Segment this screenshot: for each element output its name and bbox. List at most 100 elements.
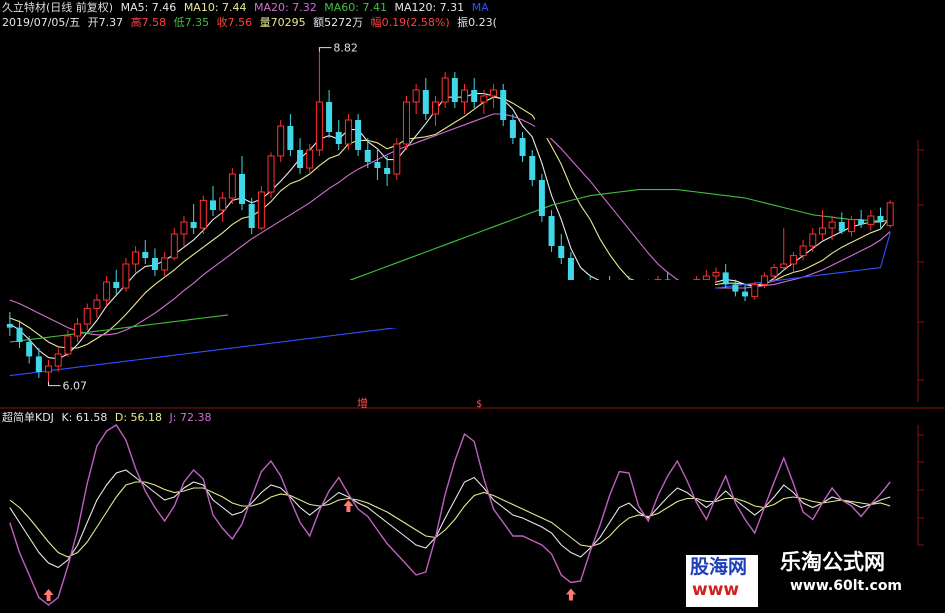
candle-body-down xyxy=(451,78,458,102)
candle-body-up xyxy=(267,155,275,193)
kdj-header-row: 超简单KDJ K: 61.58 D: 56.18 J: 72.38 xyxy=(2,411,215,425)
candle-body-down xyxy=(26,342,33,357)
letao-watermark: 乐淘公式网 www.60lt.com xyxy=(758,548,945,609)
candle-body-down xyxy=(722,272,729,285)
buy-arrow xyxy=(565,588,576,601)
candle-body-up xyxy=(228,173,236,199)
ma5-readout: MA5: 7.46 xyxy=(120,1,177,14)
candle-body-down xyxy=(209,200,216,210)
volume-readout: 量70295 xyxy=(259,16,306,29)
stock-title: 久立特材(日线 前复权) xyxy=(2,1,114,14)
candle-body-up xyxy=(780,263,788,269)
candle-body-up xyxy=(180,221,188,235)
occlusion-box xyxy=(535,0,945,138)
candle-body-up xyxy=(219,197,227,211)
candle-body-up xyxy=(789,255,797,265)
candle-body-up xyxy=(412,89,420,103)
candle-body-down xyxy=(858,219,865,225)
candle-body-down xyxy=(297,150,304,168)
kline-chart: 8.82 6.07 增 $ xyxy=(0,0,945,606)
candle-body-up xyxy=(45,365,53,373)
candle-body-up xyxy=(54,353,62,367)
candle-body-down xyxy=(548,216,555,246)
candle-body-up xyxy=(702,275,710,281)
candle-body-down xyxy=(471,90,478,102)
event-marker: 增 xyxy=(357,396,368,410)
candle-body-down xyxy=(6,324,13,328)
candle-body-down xyxy=(326,102,333,132)
ma-more-readout: MA xyxy=(471,1,489,14)
candle-body-up xyxy=(886,202,894,227)
candle-body-down xyxy=(500,90,507,120)
candle-body-up xyxy=(712,271,720,277)
date-readout: 2019/07/05/五 xyxy=(2,16,81,29)
candle-body-down xyxy=(529,156,536,180)
low-readout: 低7.35 xyxy=(173,16,210,29)
j-readout: J: 72.38 xyxy=(169,411,212,424)
high-price-label: 8.82 xyxy=(333,42,358,55)
candle-body-down xyxy=(742,291,749,297)
kdj-line-d xyxy=(9,481,891,558)
candle-body-up xyxy=(83,307,91,325)
k-readout: K: 61.58 xyxy=(61,411,108,424)
candle-body-up xyxy=(441,77,449,103)
close-readout: 收7.56 xyxy=(216,16,253,29)
candle-body-down xyxy=(239,174,246,204)
buy-arrow xyxy=(343,500,354,512)
candle-body-up xyxy=(315,101,323,151)
candle-body-up xyxy=(402,101,410,145)
candle-body-up xyxy=(480,95,488,103)
candle-body-up xyxy=(490,89,498,97)
candle-body-up xyxy=(93,299,101,309)
change-readout: 幅0.19(2.58%) xyxy=(370,16,450,29)
candle-body-up xyxy=(74,323,82,337)
candle-body-up xyxy=(64,335,72,355)
ma20-readout: MA20: 7.32 xyxy=(254,1,317,14)
candle-body-up xyxy=(461,89,469,103)
candle-body-up xyxy=(344,119,352,145)
candle-body-up xyxy=(103,281,111,301)
candle-body-up xyxy=(847,219,855,233)
ma120-readout: MA120: 7.31 xyxy=(394,1,465,14)
candle-body-up xyxy=(122,263,130,289)
candle-body-down xyxy=(16,327,23,342)
candle-body-up xyxy=(867,215,875,225)
candle-body-down xyxy=(374,162,381,168)
candle-body-up xyxy=(809,233,817,247)
candle-body-up xyxy=(306,149,314,169)
candle-body-down xyxy=(355,120,362,150)
low-marker-line xyxy=(48,381,61,387)
candle-body-down xyxy=(838,222,845,232)
chart-stage: 8.82 6.07 增 $ 久立特材(日线 前复权) MA5: 7.46 MA10: … xyxy=(0,0,945,609)
candle-body-up xyxy=(431,101,439,115)
candle-body-down xyxy=(151,258,158,270)
candle-body-up xyxy=(161,257,169,271)
candle-body-down xyxy=(509,120,516,138)
ma10-readout: MA10: 7.44 xyxy=(183,1,247,14)
guhai-watermark-sub: www xyxy=(692,580,740,600)
letao-watermark-text: 乐淘公式网 xyxy=(780,550,885,574)
candle-body-down xyxy=(364,150,371,162)
ma60-readout: MA60: 7.41 xyxy=(324,1,387,14)
high-readout: 高7.58 xyxy=(130,16,167,29)
candle-body-down xyxy=(538,180,545,216)
candle-body-down xyxy=(335,132,342,144)
candle-body-up xyxy=(170,233,178,259)
candle-body-up xyxy=(257,191,265,229)
candle-body-down xyxy=(142,252,149,258)
candle-body-down xyxy=(422,90,429,114)
guhai-watermark: 股海网 www xyxy=(686,555,758,607)
low-price-label: 6.07 xyxy=(63,380,88,393)
candle-body-up xyxy=(199,199,207,229)
candle-body-up xyxy=(770,267,778,277)
candle-body-down xyxy=(384,168,391,174)
guhai-watermark-text: 股海网 xyxy=(690,556,748,578)
letao-watermark-url: www.60lt.com xyxy=(790,578,903,594)
candle-body-up xyxy=(751,283,759,297)
candle-body-up xyxy=(818,227,826,235)
buy-arrow xyxy=(43,589,54,601)
candle-body-down xyxy=(35,356,42,372)
candle-body-up xyxy=(799,245,807,257)
candle-body-down xyxy=(558,246,565,258)
ohlc-header-row: 2019/07/05/五 开7.37 高7.58 低7.35 收7.56 量70… xyxy=(2,16,501,30)
